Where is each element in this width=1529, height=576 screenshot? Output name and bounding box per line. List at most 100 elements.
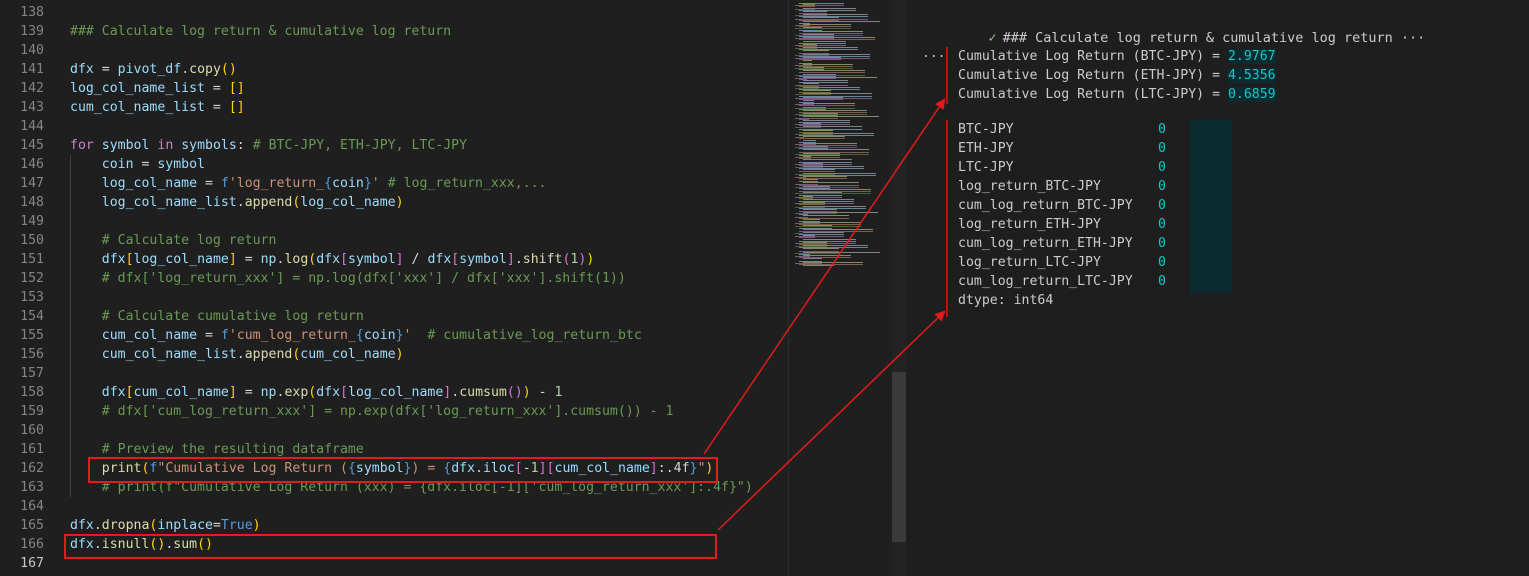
series-value: 0: [1158, 122, 1166, 137]
code-line[interactable]: 146 coin = symbol: [0, 155, 788, 174]
code-line[interactable]: 142 log_col_name_list = []: [0, 79, 788, 98]
check-icon: ✓: [988, 30, 997, 46]
series-value: 0: [1158, 179, 1166, 194]
print-output-line: Cumulative Log Return (ETH-JPY) = 4.5356: [958, 66, 1276, 85]
code-line[interactable]: 165 dfx.dropna(inplace=True): [0, 516, 788, 535]
line-number: 147: [20, 176, 44, 191]
cell-status-label: ### Calculate log return & cumulative lo…: [1002, 30, 1426, 46]
minimap-line: [803, 139, 816, 141]
series-dtype: dtype: int64: [958, 293, 1054, 308]
editor-scrollbar[interactable]: [892, 0, 906, 576]
minimap-line: [803, 248, 839, 250]
print-output: Cumulative Log Return (BTC-JPY) = 2.9767…: [946, 47, 1276, 104]
line-number: 154: [20, 309, 44, 324]
line-number: 167: [20, 556, 44, 571]
code-line[interactable]: 148 log_col_name_list.append(log_col_nam…: [0, 193, 788, 212]
minimap-line: [803, 169, 835, 171]
series-index: ETH-JPY: [958, 141, 1014, 156]
minimap-line: [803, 208, 837, 210]
line-number: 146: [20, 157, 44, 172]
line-number: 144: [20, 119, 44, 134]
code-line[interactable]: 143 cum_col_name_list = []: [0, 98, 788, 117]
minimap-line: [803, 109, 867, 111]
line-number: 145: [20, 138, 44, 153]
minimap-line: [803, 198, 854, 200]
line-number: 140: [20, 43, 44, 58]
code-line[interactable]: 155 cum_col_name = f'cum_log_return_{coi…: [0, 326, 788, 345]
code-text: cum_col_name_list = []: [70, 100, 245, 115]
code-line[interactable]: 164: [0, 497, 788, 516]
code-line[interactable]: 158 dfx[cum_col_name] = np.exp(dfx[log_c…: [0, 383, 788, 402]
code-text: dfx = pivot_df.copy(): [70, 62, 237, 77]
code-line[interactable]: 150 # Calculate log return: [0, 231, 788, 250]
series-index: log_return_LTC-JPY: [958, 255, 1101, 270]
minimap-line: [803, 231, 844, 233]
line-number: 141: [20, 62, 44, 77]
code-line[interactable]: 149: [0, 212, 788, 231]
code-text: ### Calculate log return & cumulative lo…: [70, 24, 452, 39]
code-line[interactable]: 139 ### Calculate log return & cumulative…: [0, 22, 788, 41]
print-label: Cumulative Log Return (LTC-JPY) =: [958, 87, 1228, 102]
print-output-line: Cumulative Log Return (LTC-JPY) = 0.6859: [958, 85, 1276, 104]
code-editor[interactable]: 138 139 ### Calculate log return & cumulat…: [0, 0, 788, 576]
code-line[interactable]: 145 for symbol in symbols: # BTC-JPY, ETH…: [0, 136, 788, 155]
minimap-line: [803, 175, 847, 177]
minimap-line: [803, 10, 827, 12]
minimap-line: [803, 119, 850, 121]
minimap-line: [803, 149, 869, 151]
series-index: log_return_BTC-JPY: [958, 179, 1101, 194]
code-text: cum_col_name = f'cum_log_return_{coin}' …: [101, 328, 642, 343]
minimap-line: [803, 24, 851, 25]
code-line[interactable]: 140: [0, 41, 788, 60]
code-line[interactable]: 160: [0, 421, 788, 440]
line-number: 163: [20, 480, 44, 495]
code-line[interactable]: 147 log_col_name = f'log_return_{coin}' …: [0, 174, 788, 193]
code-line[interactable]: 138: [0, 3, 788, 22]
code-line[interactable]: 144: [0, 117, 788, 136]
series-value: 0: [1158, 141, 1166, 156]
line-number: 166: [20, 537, 44, 552]
code-text: # Calculate log return: [101, 233, 277, 248]
line-number: 156: [20, 347, 44, 362]
series-value: 0: [1158, 236, 1166, 251]
minimap-line: [803, 60, 812, 62]
line-number: 162: [20, 461, 44, 476]
more-actions-icon[interactable]: ...: [922, 46, 945, 61]
series-row: log_return_ETH-JPY 0: [958, 215, 1166, 234]
series-values-bg: [1190, 120, 1232, 293]
code-line[interactable]: 156 cum_col_name_list.append(cum_col_nam…: [0, 345, 788, 364]
line-number: 155: [20, 328, 44, 343]
series-value: 0: [1158, 198, 1166, 213]
code-line[interactable]: 157: [0, 364, 788, 383]
code-text: for symbol in symbols: # BTC-JPY, ETH-JP…: [70, 138, 468, 153]
series-row: log_return_LTC-JPY 0: [958, 253, 1166, 272]
minimap-line: [803, 179, 818, 181]
series-row: cum_log_return_LTC-JPY 0: [958, 272, 1166, 291]
print-label: Cumulative Log Return (BTC-JPY) =: [958, 49, 1228, 64]
code-text: coin = symbol: [101, 157, 205, 172]
code-line[interactable]: 154 # Calculate cumulative log return: [0, 307, 788, 326]
code-text: dfx[cum_col_name] = np.exp(dfx[log_col_n…: [101, 385, 563, 400]
line-number: 139: [20, 24, 44, 39]
minimap-line: [803, 228, 873, 230]
code-line[interactable]: 159 # dfx['cum_log_return_xxx'] = np.exp…: [0, 402, 788, 421]
series-row: log_return_BTC-JPY 0: [958, 177, 1166, 196]
code-text: log_col_name = f'log_return_{coin}' # lo…: [101, 176, 547, 191]
code-line[interactable]: 152 # dfx['log_return_xxx'] = np.log(dfx…: [0, 269, 788, 288]
line-number: 160: [20, 423, 44, 438]
minimap-line: [803, 129, 833, 131]
minimap[interactable]: [788, 0, 893, 576]
print-value: 2.9767: [1227, 49, 1276, 64]
line-number: 151: [20, 252, 44, 267]
code-line[interactable]: 141 dfx = pivot_df.copy(): [0, 60, 788, 79]
minimap-line: [803, 258, 822, 260]
output-panel: ✓ ### Calculate log return & cumulative l…: [906, 0, 1529, 576]
line-number: 149: [20, 214, 44, 229]
code-line[interactable]: 153: [0, 288, 788, 307]
print-label: Cumulative Log Return (ETH-JPY) =: [958, 68, 1228, 83]
minimap-line: [803, 189, 871, 190]
scrollbar-thumb[interactable]: [892, 372, 906, 542]
code-line[interactable]: 151 dfx[log_col_name] = np.log(dfx[symbo…: [0, 250, 788, 269]
highlight-isnull-statement: [64, 534, 717, 559]
series-row: BTC-JPY 0: [958, 120, 1166, 139]
